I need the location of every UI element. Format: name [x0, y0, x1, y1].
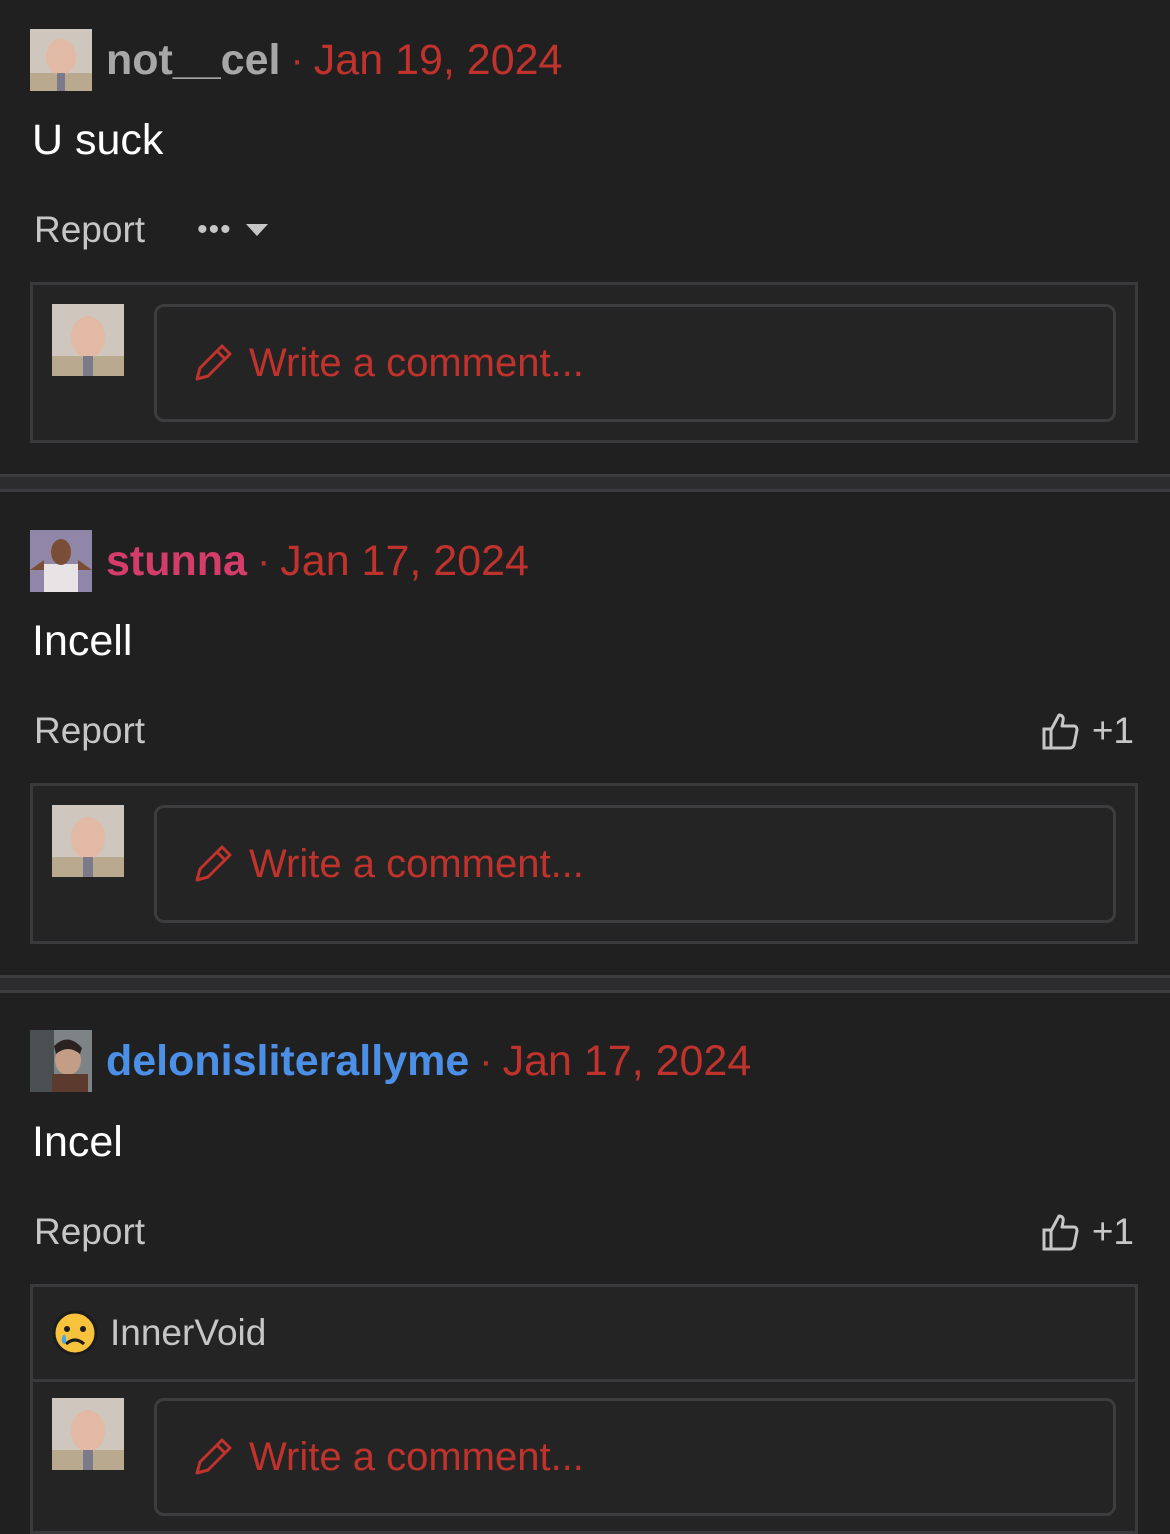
- reply-composer: InnerVoid Write a comment...: [30, 1284, 1138, 1534]
- comment-input[interactable]: Write a comment...: [154, 805, 1116, 923]
- avatar[interactable]: [30, 1030, 92, 1092]
- avatar: [52, 805, 124, 877]
- comment-header: delonisliterallyme · Jan 17, 2024: [30, 1029, 751, 1093]
- separator: ·: [290, 37, 304, 82]
- comment-divider: [0, 474, 1170, 492]
- like-count: +1: [1091, 1211, 1134, 1252]
- comment-header: not__cel · Jan 19, 2024: [30, 28, 562, 92]
- username[interactable]: delonisliterallyme: [106, 1037, 469, 1086]
- pencil-icon: [195, 344, 232, 381]
- username[interactable]: stunna: [106, 537, 247, 586]
- username[interactable]: not__cel: [106, 36, 280, 85]
- like-count: +1: [1091, 710, 1134, 751]
- comment-actions: Report +1: [34, 706, 1134, 756]
- comment-header: stunna · Jan 17, 2024: [30, 529, 529, 593]
- avatar: [52, 1398, 124, 1470]
- separator: ·: [479, 1038, 493, 1083]
- reaction-user: InnerVoid: [110, 1312, 267, 1353]
- avatar[interactable]: [30, 530, 92, 592]
- pencil-icon: [195, 1438, 232, 1475]
- comment-input[interactable]: Write a comment...: [154, 1398, 1116, 1516]
- comment-divider: [0, 975, 1170, 993]
- comment-input-placeholder: Write a comment...: [249, 1434, 584, 1479]
- report-button[interactable]: Report: [34, 209, 145, 251]
- comment-text: Incell: [32, 617, 133, 665]
- more-options-button[interactable]: •••: [197, 213, 268, 247]
- avatar: [52, 304, 124, 376]
- reply-composer: Write a comment...: [30, 282, 1138, 443]
- report-button[interactable]: Report: [34, 1211, 145, 1253]
- chevron-down-icon: [245, 224, 268, 236]
- pencil-icon: [195, 845, 232, 882]
- crying-face-icon: [52, 1310, 98, 1356]
- like-button[interactable]: +1: [1040, 1211, 1134, 1253]
- comment-actions: Report •••: [34, 205, 1134, 255]
- comment-date: Jan 17, 2024: [280, 536, 529, 585]
- comment-text: Incel: [32, 1118, 123, 1166]
- more-icon: •••: [197, 213, 232, 246]
- reaction-row[interactable]: InnerVoid: [33, 1287, 1135, 1382]
- report-button[interactable]: Report: [34, 710, 145, 752]
- like-button[interactable]: +1: [1040, 710, 1134, 752]
- comment-input-placeholder: Write a comment...: [249, 841, 584, 886]
- comment-actions: Report +1: [34, 1207, 1134, 1257]
- comment-input[interactable]: Write a comment...: [154, 304, 1116, 422]
- avatar[interactable]: [30, 29, 92, 91]
- thumbs-up-icon: [1042, 713, 1079, 750]
- comment-text: U suck: [32, 116, 164, 164]
- thumbs-up-icon: [1042, 1214, 1079, 1251]
- reply-composer: Write a comment...: [30, 783, 1138, 944]
- comment-date: Jan 17, 2024: [502, 1036, 752, 1085]
- separator: ·: [256, 538, 271, 583]
- comment-input-placeholder: Write a comment...: [249, 340, 584, 385]
- comment-date: Jan 19, 2024: [313, 35, 563, 84]
